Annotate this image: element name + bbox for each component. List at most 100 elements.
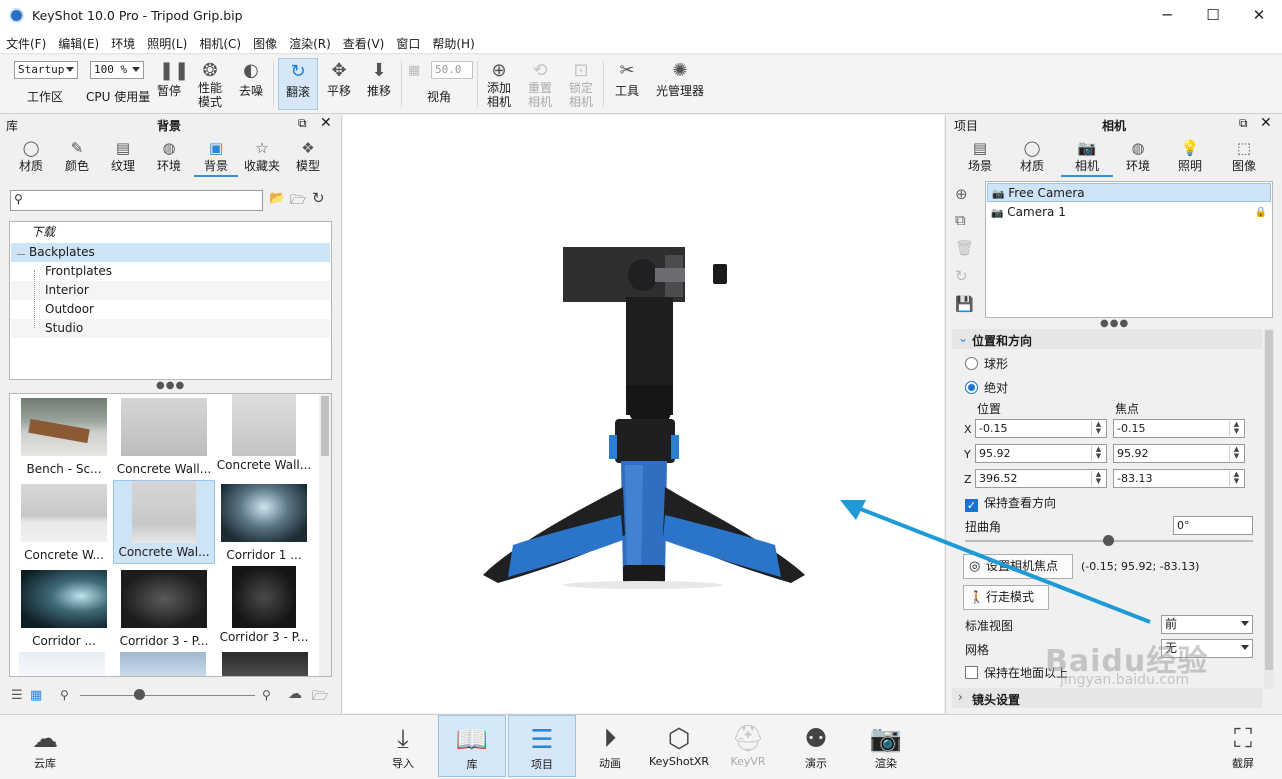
twist-input[interactable]: 0° [1173, 516, 1253, 535]
splitter-handle[interactable]: ●●● [1100, 318, 1129, 329]
fov-input[interactable]: 50.0 [431, 61, 473, 79]
tree-item-interior[interactable]: Interior [11, 281, 330, 300]
close-button[interactable]: ✕ [1236, 0, 1282, 32]
menu-window[interactable]: 窗口 [396, 32, 420, 52]
thumbnail-item[interactable]: Bench - Sc... [15, 394, 113, 478]
list-view-icon[interactable]: ☰ [11, 688, 23, 703]
tree-item-outdoor[interactable]: Outdoor [11, 300, 330, 319]
tab-textures[interactable]: ▤ 纹理 [102, 137, 144, 177]
splitter-handle[interactable]: ●●● [156, 380, 185, 391]
tab-colors[interactable]: ✎ 颜色 [56, 137, 98, 177]
scrollbar-thumb[interactable] [321, 396, 329, 456]
add-camera-button[interactable]: ⊕ 添加 相机 [480, 55, 518, 114]
thumbnail-item[interactable]: Corridor 3 - P... [215, 566, 313, 650]
thumbnail-item[interactable]: Concrete Wall... [115, 394, 213, 478]
keep-look-direction-checkbox[interactable]: ✓ 保持查看方向 [965, 494, 1056, 512]
spinner-icon[interactable]: ▲ ▼ [1229, 421, 1243, 436]
delete-icon[interactable]: 🗑 [955, 239, 974, 257]
project-toggle-button[interactable]: ☰ 项目 [508, 715, 576, 777]
position-z-input[interactable]: 396.52 ▲ ▼ [975, 469, 1107, 488]
undock-icon[interactable]: ⧉ [298, 116, 307, 131]
spherical-radio[interactable]: 球形 [965, 355, 1008, 372]
menu-view[interactable]: 查看(V) [343, 32, 385, 52]
save-icon[interactable]: 💾 [955, 295, 974, 313]
tools-button[interactable]: ✂ 工具 [608, 55, 646, 114]
library-toggle-button[interactable]: 📖 库 [438, 715, 506, 777]
close-panel-icon[interactable]: ✕ [320, 115, 332, 131]
library-search-input[interactable]: ⚲ [10, 190, 263, 211]
standard-view-select[interactable]: 前 [1161, 615, 1253, 634]
set-camera-focus-button[interactable]: ◎ 设置相机焦点 [963, 554, 1073, 579]
tab-favorites[interactable]: ☆ 收藏夹 [242, 137, 282, 177]
folder-sync-icon[interactable]: 🗁 [312, 687, 328, 709]
tree-item-downloads[interactable]: 下载 [11, 223, 330, 242]
performance-mode-button[interactable]: ❂ 性能 模式 [190, 55, 230, 114]
menu-lighting[interactable]: 照明(L) [147, 32, 187, 52]
render-button[interactable]: 📷 渲染 [862, 715, 910, 777]
keyvr-button[interactable]: ⛑ KeyVR [724, 715, 772, 777]
menu-help[interactable]: 帮助(H) [432, 32, 474, 52]
focus-x-input[interactable]: -0.15 ▲ ▼ [1113, 419, 1245, 438]
position-orientation-section-header[interactable]: ⌄ 位置和方向 [952, 329, 1262, 349]
tree-item-frontplates[interactable]: Frontplates [11, 262, 330, 281]
tab-environments[interactable]: ◍ 环境 [148, 137, 190, 177]
folder-icon[interactable]: 📂 [269, 191, 285, 206]
pause-button[interactable]: ❚❚ 暂停 [150, 55, 189, 114]
tab-models[interactable]: ❖ 模型 [288, 137, 328, 177]
reset-icon[interactable]: ↻ [955, 267, 968, 285]
thumbnail-item[interactable]: Concrete Wall... [215, 394, 313, 478]
workspace-select[interactable]: Startup [14, 61, 78, 79]
menu-edit[interactable]: 编辑(E) [58, 32, 99, 52]
maximize-button[interactable]: ☐ [1190, 0, 1236, 32]
spinner-icon[interactable]: ▲ ▼ [1091, 446, 1105, 461]
light-manager-button[interactable]: ✺ 光管理器 [650, 55, 710, 114]
menu-environment[interactable]: 环境 [111, 32, 135, 52]
close-panel-icon[interactable]: ✕ [1260, 115, 1272, 131]
tab-image[interactable]: ⬚ 图像 [1222, 137, 1266, 177]
tab-backplates[interactable]: ▣ 背景 [194, 137, 238, 177]
tree-item-backplates[interactable]: Backplates [11, 243, 330, 262]
menu-camera[interactable]: 相机(C) [199, 32, 241, 52]
thumbnail-item-selected[interactable]: Concrete Wal... [113, 480, 215, 564]
dolly-button[interactable]: ⬇ 推移 [360, 55, 398, 114]
lock-camera-button[interactable]: ⊡ 锁定 相机 [562, 55, 600, 114]
spinner-icon[interactable]: ▲ ▼ [1091, 471, 1105, 486]
thumbnail-item[interactable]: Corridor 1 ... [215, 480, 313, 564]
zoom-out-icon[interactable]: ⚲ [60, 688, 69, 702]
animation-button[interactable]: ⏵ 动画 [586, 715, 634, 777]
camera-list-item-selected[interactable]: 📷 Free Camera [987, 183, 1271, 202]
folder-add-icon[interactable]: 🗁 [290, 191, 306, 213]
tab-materials[interactable]: ◯ 材质 [10, 137, 52, 177]
menu-file[interactable]: 文件(F) [6, 32, 46, 52]
zoom-in-icon[interactable]: ⚲ [262, 688, 271, 702]
absolute-radio[interactable]: 绝对 [965, 379, 1008, 396]
thumbnail-scrollbar[interactable] [319, 394, 331, 676]
slider-handle[interactable] [134, 689, 145, 700]
lock-icon[interactable]: 🔒 [1255, 203, 1267, 222]
thumbnail-item[interactable]: Corridor ... [15, 566, 113, 650]
thumbnail-size-slider[interactable] [80, 695, 255, 696]
presentation-button[interactable]: ⚉ 演示 [792, 715, 840, 777]
cloud-library-button[interactable]: ☁ 云库 [20, 715, 70, 777]
tab-lighting[interactable]: 💡 照明 [1168, 137, 1212, 177]
minimize-button[interactable]: ─ [1144, 0, 1190, 32]
position-y-input[interactable]: 95.92 ▲ ▼ [975, 444, 1107, 463]
spinner-icon[interactable]: ▲ ▼ [1229, 446, 1243, 461]
menu-image[interactable]: 图像 [253, 32, 277, 52]
thumbnail-item[interactable]: Corridor 3 - P... [115, 566, 213, 650]
render-viewport[interactable] [343, 115, 944, 713]
import-button[interactable]: ⤓ 导入 [380, 715, 426, 777]
walk-mode-button[interactable]: 🚶 行走模式 [963, 585, 1049, 610]
refresh-icon[interactable]: ↻ [312, 189, 325, 207]
focus-z-input[interactable]: -83.13 ▲ ▼ [1113, 469, 1245, 488]
thumbnail-item[interactable]: Concrete W... [15, 480, 113, 564]
focus-y-input[interactable]: 95.92 ▲ ▼ [1113, 444, 1245, 463]
add-camera-icon[interactable]: ⊕ [955, 185, 968, 203]
pan-button[interactable]: ✥ 平移 [320, 55, 358, 114]
slider-handle[interactable] [1103, 535, 1114, 546]
scrollbar-thumb[interactable] [1265, 330, 1273, 670]
properties-scrollbar[interactable] [1264, 329, 1274, 689]
tab-material[interactable]: ◯ 材质 [1010, 137, 1054, 177]
spinner-icon[interactable]: ▲ ▼ [1091, 421, 1105, 436]
menu-render[interactable]: 渲染(R) [289, 32, 331, 52]
